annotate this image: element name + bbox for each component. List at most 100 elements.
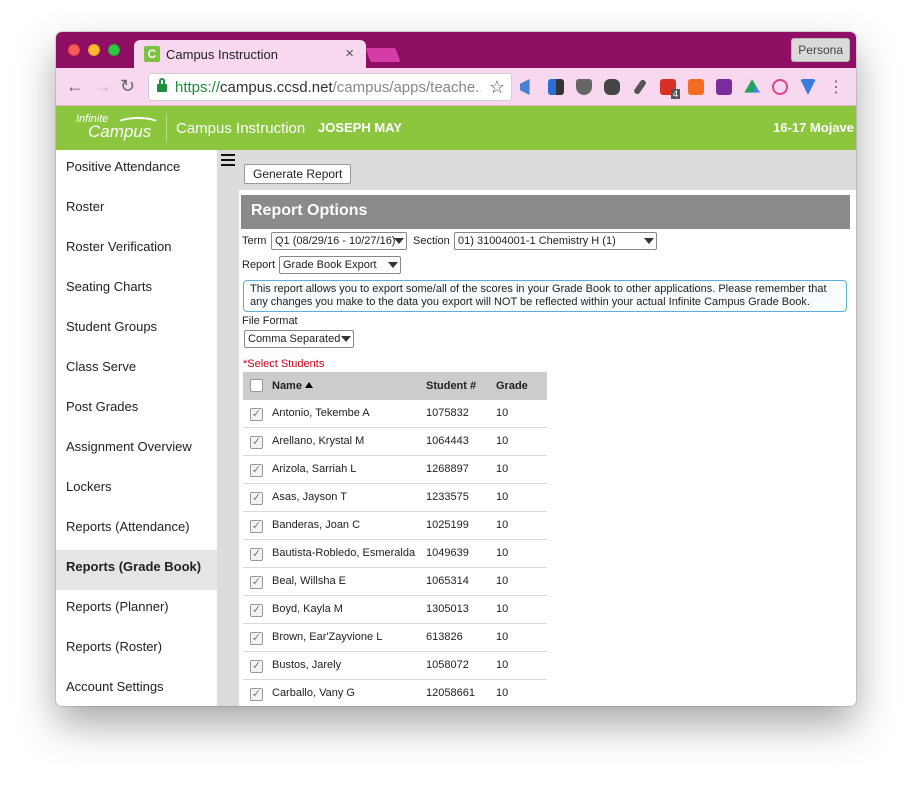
student-name: Boyd, Kayla M xyxy=(272,603,343,615)
sidebar-item-post-grades[interactable]: Post Grades xyxy=(56,390,217,430)
table-row[interactable]: ✓ Arellano, Krystal M 1064443 10 xyxy=(243,428,547,456)
student-checkbox[interactable]: ✓ xyxy=(250,660,263,673)
report-select[interactable]: Grade Book Export xyxy=(279,256,401,274)
sidebar-nav: Positive Attendance Roster Roster Verifi… xyxy=(56,150,217,706)
table-row[interactable]: ✓ Beal, Willsha E 1065314 10 xyxy=(243,568,547,596)
student-checkbox[interactable]: ✓ xyxy=(250,436,263,449)
table-row[interactable]: ✓ Banderas, Joan C 1025199 10 xyxy=(243,512,547,540)
student-number: 1058072 xyxy=(426,659,469,671)
file-format-select[interactable]: Comma Separated xyxy=(244,330,354,348)
bookmark-star-icon[interactable]: ☆ xyxy=(489,77,505,98)
student-grade: 10 xyxy=(496,631,509,643)
sidebar-item-reports-attendance[interactable]: Reports (Attendance) xyxy=(56,510,217,550)
report-options-panel: Report Options Term Q1 (08/29/16 - 10/27… xyxy=(239,190,856,706)
onenote-icon[interactable] xyxy=(716,79,732,95)
student-checkbox[interactable]: ✓ xyxy=(250,604,263,617)
table-row[interactable]: ✓ Brown, Ear'Zayvione L 613826 10 xyxy=(243,624,547,652)
student-checkbox[interactable]: ✓ xyxy=(250,688,263,701)
sidebar-item-account-settings[interactable]: Account Settings xyxy=(56,670,217,706)
student-number: 12058661 xyxy=(426,687,475,699)
table-row[interactable]: ✓ Bautista-Robledo, Esmeralda 1049639 10 xyxy=(243,540,547,568)
main-content: Generate Report Report Options Term Q1 (… xyxy=(239,150,856,706)
pen-icon[interactable] xyxy=(632,78,648,96)
student-number: 1075832 xyxy=(426,407,469,419)
table-row[interactable]: ✓ Bustos, Jarely 1058072 10 xyxy=(243,652,547,680)
evernote-icon[interactable] xyxy=(604,79,620,95)
table-row[interactable]: ✓ Boyd, Kayla M 1305013 10 xyxy=(243,596,547,624)
student-name: Bustos, Jarely xyxy=(272,659,342,671)
lock-icon xyxy=(157,78,167,92)
sidebar-item-roster[interactable]: Roster xyxy=(56,190,217,230)
student-checkbox[interactable]: ✓ xyxy=(250,576,263,589)
forward-arrow-icon[interactable]: → xyxy=(94,76,112,96)
infinite-campus-logo[interactable]: Infinite Campus xyxy=(76,113,160,142)
student-name: Brown, Ear'Zayvione L xyxy=(272,631,383,643)
section-select[interactable]: 01) 31004001-1 Chemistry H (1) xyxy=(454,232,657,250)
sidebar-item-student-groups[interactable]: Student Groups xyxy=(56,310,217,350)
pocket-icon[interactable] xyxy=(576,79,592,95)
dropbox-icon[interactable] xyxy=(548,79,564,95)
maximize-window-button[interactable] xyxy=(108,44,120,56)
report-info-box: This report allows you to export some/al… xyxy=(243,280,847,312)
profile-button[interactable]: Persona xyxy=(791,38,850,62)
student-checkbox[interactable]: ✓ xyxy=(250,492,263,505)
minimize-window-button[interactable] xyxy=(88,44,100,56)
report-label: Report xyxy=(242,259,276,271)
student-checkbox[interactable]: ✓ xyxy=(250,408,263,421)
back-arrow-icon[interactable]: ← xyxy=(66,76,84,96)
hangouts-icon[interactable] xyxy=(688,79,704,95)
browser-window: C Campus Instruction × Persona ← → ↻ htt… xyxy=(56,32,856,706)
address-bar[interactable]: https://campus.ccsd.net/campus/apps/teac… xyxy=(148,73,512,101)
megaphone-icon[interactable] xyxy=(520,79,530,95)
browser-menu-icon[interactable]: ⋮ xyxy=(828,77,844,97)
student-checkbox[interactable]: ✓ xyxy=(250,464,263,477)
atom-icon[interactable] xyxy=(772,79,788,95)
browser-toolbar: ← → ↻ https://campus.ccsd.net/campus/app… xyxy=(56,68,856,106)
student-grade: 10 xyxy=(496,603,509,615)
hamburger-menu-icon[interactable] xyxy=(221,154,235,166)
student-checkbox[interactable]: ✓ xyxy=(250,548,263,561)
student-number: 1025199 xyxy=(426,519,469,531)
campus-favicon-icon: C xyxy=(144,46,160,62)
sidebar-item-positive-attendance[interactable]: Positive Attendance xyxy=(56,150,217,190)
student-num-column-header[interactable]: Student # xyxy=(426,380,476,392)
calendar-icon[interactable]: 4 xyxy=(660,79,680,99)
student-number: 1268897 xyxy=(426,463,469,475)
sidebar-item-reports-roster[interactable]: Reports (Roster) xyxy=(56,630,217,670)
table-body: ✓ Antonio, Tekembe A 1075832 10 ✓ Arellano, K… xyxy=(243,400,547,706)
student-grade: 10 xyxy=(496,491,509,503)
browser-tab-active[interactable]: C Campus Instruction × xyxy=(134,40,366,68)
grade-column-header[interactable]: Grade xyxy=(496,380,528,392)
sidebar-item-class-serve[interactable]: Class Serve xyxy=(56,350,217,390)
sidebar-item-reports-planner[interactable]: Reports (Planner) xyxy=(56,590,217,630)
sidebar-item-roster-verification[interactable]: Roster Verification xyxy=(56,230,217,270)
table-row[interactable]: ✓ Carballo, Vany G 12058661 10 xyxy=(243,680,547,706)
tab-title: Campus Instruction xyxy=(166,47,278,62)
panel-header: Report Options xyxy=(241,195,850,229)
table-row[interactable]: ✓ Asas, Jayson T 1233575 10 xyxy=(243,484,547,512)
extension-badge: 4 xyxy=(670,89,680,99)
school-year[interactable]: 16-17 Mojave xyxy=(773,120,854,135)
new-tab-button[interactable] xyxy=(365,48,401,62)
reload-icon[interactable]: ↻ xyxy=(120,76,135,96)
student-grade: 10 xyxy=(496,463,509,475)
table-row[interactable]: ✓ Arizola, Sarriah L 1268897 10 xyxy=(243,456,547,484)
select-all-checkbox[interactable] xyxy=(250,379,263,392)
term-select[interactable]: Q1 (08/29/16 - 10/27/16) xyxy=(271,232,407,250)
sidebar-item-seating-charts[interactable]: Seating Charts xyxy=(56,270,217,310)
tab-close-icon[interactable]: × xyxy=(345,45,354,62)
generate-report-button[interactable]: Generate Report xyxy=(244,164,352,184)
close-window-button[interactable] xyxy=(68,44,80,56)
sidebar-item-lockers[interactable]: Lockers xyxy=(56,470,217,510)
drive-icon[interactable] xyxy=(744,79,760,93)
sidebar-item-reports-grade-book[interactable]: Reports (Grade Book) xyxy=(56,550,217,590)
sort-ascending-icon xyxy=(304,382,313,388)
sidebar-item-assignment-overview[interactable]: Assignment Overview xyxy=(56,430,217,470)
student-name: Arizola, Sarriah L xyxy=(272,463,357,475)
vpn-icon[interactable] xyxy=(800,79,816,95)
student-checkbox[interactable]: ✓ xyxy=(250,520,263,533)
student-checkbox[interactable]: ✓ xyxy=(250,632,263,645)
student-number: 1064443 xyxy=(426,435,469,447)
name-column-header[interactable]: Name xyxy=(272,380,313,392)
table-row[interactable]: ✓ Antonio, Tekembe A 1075832 10 xyxy=(243,400,547,428)
